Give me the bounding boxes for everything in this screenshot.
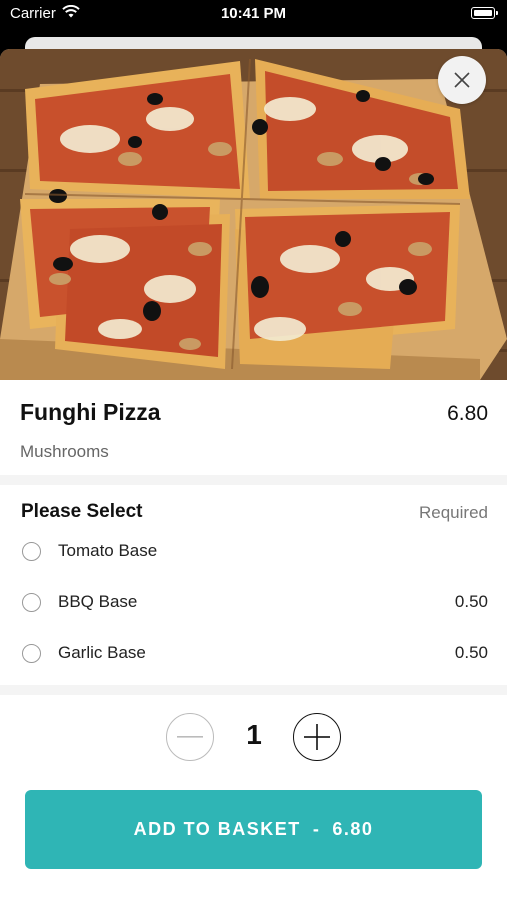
option-label: Garlic Base	[58, 643, 146, 662]
product-image	[0, 49, 507, 380]
product-price: 6.80	[447, 402, 488, 425]
decrease-quantity-button[interactable]	[166, 713, 214, 761]
status-bar: Carrier 10:41 PM	[0, 0, 507, 30]
add-button-separator: -	[312, 819, 321, 839]
divider	[0, 685, 507, 695]
product-modal: Funghi Pizza 6.80 Mushrooms Please Selec…	[0, 49, 507, 900]
plus-icon	[304, 724, 330, 750]
required-badge: Required	[419, 503, 488, 522]
option-label: Tomato Base	[58, 541, 158, 560]
minus-icon	[177, 736, 203, 738]
divider	[0, 475, 507, 485]
close-icon	[454, 72, 470, 88]
pizza-illustration	[0, 49, 507, 380]
add-button-label: ADD TO BASKET	[133, 819, 301, 839]
quantity-value: 1	[246, 719, 262, 750]
battery-icon	[471, 7, 498, 19]
option-label: BBQ Base	[58, 592, 138, 611]
close-button[interactable]	[438, 56, 486, 104]
option-price: 0.50	[454, 592, 488, 611]
option-row[interactable]: BBQ Base 0.50	[0, 585, 507, 625]
radio-button[interactable]	[22, 542, 41, 561]
product-description: Mushrooms	[20, 442, 109, 461]
status-time: 10:41 PM	[220, 5, 287, 22]
options-section-title: Please Select	[21, 501, 143, 522]
option-row[interactable]: Garlic Base 0.50	[0, 636, 507, 676]
option-row[interactable]: Tomato Base	[0, 534, 507, 574]
radio-button[interactable]	[22, 593, 41, 612]
increase-quantity-button[interactable]	[293, 713, 341, 761]
add-to-basket-button[interactable]: ADD TO BASKET - 6.80	[25, 790, 482, 869]
option-price: 0.50	[454, 643, 488, 662]
radio-button[interactable]	[22, 644, 41, 663]
add-button-price: 6.80	[332, 819, 374, 839]
product-title: Funghi Pizza	[20, 399, 161, 425]
